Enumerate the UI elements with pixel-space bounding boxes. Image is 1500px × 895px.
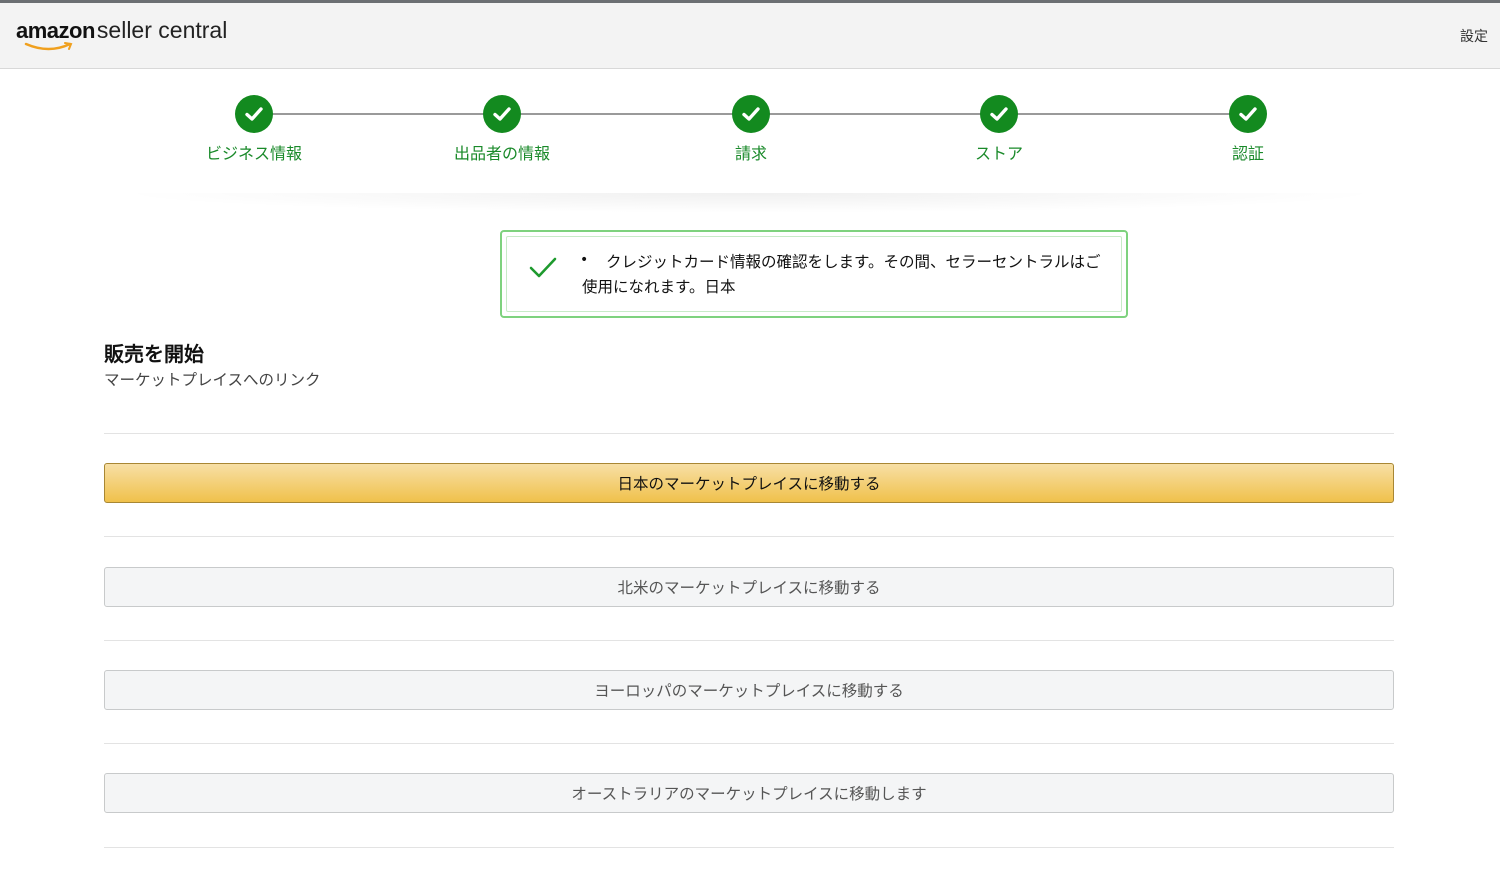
logo-amazon-text: amazon — [16, 18, 95, 43]
logo-product-text: seller central — [96, 17, 228, 43]
australia-marketplace-button[interactable]: オーストラリアのマーケットプレイスに移動します — [104, 773, 1394, 813]
alert-message: クレジットカード情報の確認をします。その間、セラーセントラルはご使用になれます。… — [582, 253, 1101, 296]
step-complete-check-icon — [980, 95, 1018, 133]
step-label: 出品者の情報 — [453, 144, 550, 163]
step-complete-check-icon — [483, 95, 521, 133]
stepper-shadow — [110, 193, 1390, 213]
step-seller-info: 出品者の情報 — [422, 95, 582, 164]
step-store: ストア — [919, 95, 1079, 164]
settings-link[interactable]: 設定 — [1460, 26, 1488, 46]
step-complete-check-icon — [732, 95, 770, 133]
step-label: ストア — [974, 144, 1023, 163]
step-label: 認証 — [1231, 144, 1264, 163]
registration-stepper: ビジネス情報 出品者の情報 請求 ストア 認証 — [0, 69, 1500, 195]
step-label: 請求 — [734, 144, 767, 163]
divider — [104, 433, 1394, 434]
step-complete-check-icon — [1229, 95, 1267, 133]
step-billing: 請求 — [671, 95, 831, 164]
divider — [104, 743, 1394, 744]
section-title: 販売を開始 — [104, 342, 204, 366]
divider — [104, 640, 1394, 641]
north-america-marketplace-button[interactable]: 北米のマーケットプレイスに移動する — [104, 567, 1394, 607]
amazon-smile-icon — [24, 42, 73, 51]
seller-central-logo[interactable]: amazonseller central — [16, 17, 227, 57]
japan-marketplace-button[interactable]: 日本のマーケットプレイスに移動する — [104, 463, 1394, 503]
divider — [104, 847, 1394, 848]
top-header: amazonseller central 設定 — [0, 3, 1500, 69]
step-complete-check-icon — [235, 95, 273, 133]
success-alert: • クレジットカード情報の確認をします。その間、セラーセントラルはご使用になれま… — [500, 230, 1128, 318]
step-verification: 認証 — [1168, 95, 1328, 164]
europe-marketplace-button[interactable]: ヨーロッパのマーケットプレイスに移動する — [104, 670, 1394, 710]
divider — [104, 536, 1394, 537]
step-label: ビジネス情報 — [205, 144, 302, 163]
section-subtitle: マーケットプレイスへのリンク — [104, 371, 321, 389]
step-business-info: ビジネス情報 — [174, 95, 334, 164]
checkmark-icon — [529, 257, 557, 278]
